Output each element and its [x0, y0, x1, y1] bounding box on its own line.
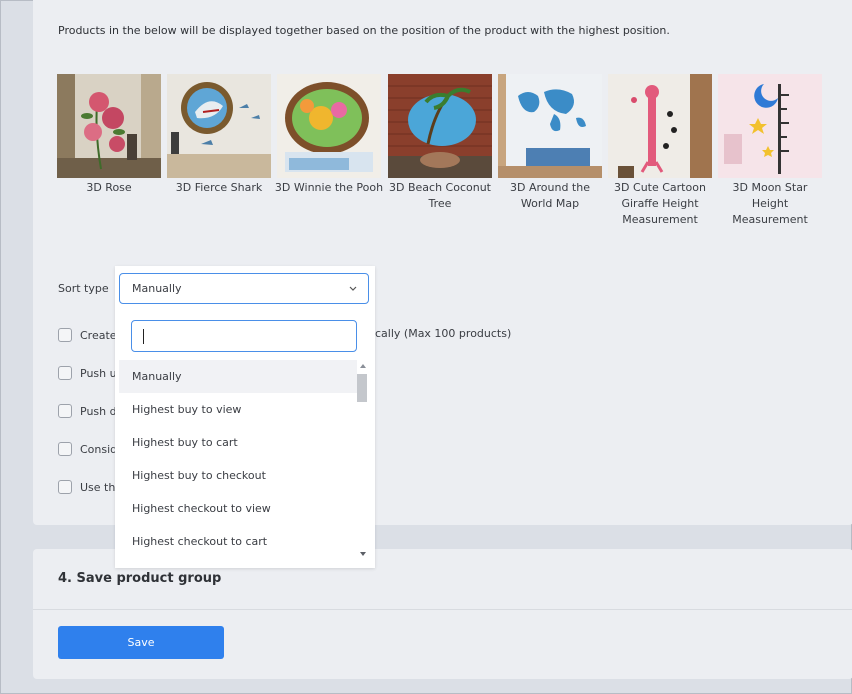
sort-search-input[interactable] [131, 320, 357, 352]
sort-option-manually[interactable]: Manually [119, 360, 357, 393]
option-use-this[interactable]: Use thi [58, 479, 118, 495]
product-name: 3D Cute Cartoon Giraffe Height Measureme… [614, 181, 706, 226]
product-name: 3D Fierce Shark [175, 181, 263, 194]
option-label-tail: cally (Max 100 products) [375, 327, 512, 340]
product-name: 3D Winnie the Pooh [274, 181, 384, 194]
chevron-down-icon [349, 286, 357, 291]
product-card[interactable]: 3D Rose [57, 74, 161, 196]
dropdown-scrollbar[interactable] [357, 362, 369, 560]
sort-option-buy-to-view[interactable]: Highest buy to view [119, 393, 357, 426]
product-name: 3D Moon Star Height Measurement [732, 181, 808, 226]
option-checkbox[interactable] [58, 404, 72, 418]
option-create[interactable]: Create [58, 327, 117, 343]
option-checkbox[interactable] [58, 442, 72, 456]
sort-options-list[interactable]: Manually Highest buy to view Highest buy… [119, 360, 357, 560]
option-label: Use thi [80, 480, 119, 494]
product-name: 3D Rose [86, 181, 132, 194]
sort-type-selected-value: Manually [132, 282, 182, 295]
product-card[interactable]: 3D Beach Coconut Tree [388, 74, 492, 212]
product-card[interactable]: 3D Winnie the Pooh [274, 74, 384, 196]
sort-type-select[interactable]: Manually [119, 273, 369, 304]
product-name: 3D Around the World Map [510, 181, 590, 210]
product-card[interactable]: 3D Around the World Map [498, 74, 602, 212]
product-thumbnail[interactable] [277, 74, 381, 178]
text-cursor [143, 329, 144, 344]
option-label: Push u [80, 366, 117, 380]
product-thumbnail[interactable] [498, 74, 602, 178]
sort-option-buy-to-checkout[interactable]: Highest buy to checkout [119, 459, 357, 492]
scroll-up-arrow-icon[interactable] [360, 364, 366, 368]
scroll-down-arrow-icon[interactable] [360, 552, 366, 556]
product-name: 3D Beach Coconut Tree [389, 181, 491, 210]
option-label: Consid [80, 442, 118, 456]
option-checkbox[interactable] [58, 480, 72, 494]
option-checkbox[interactable] [58, 366, 72, 380]
product-thumbnail[interactable] [388, 74, 492, 178]
sort-type-dropdown: Manually Manually Highest buy to view Hi… [115, 266, 375, 568]
save-button[interactable]: Save [58, 626, 224, 659]
save-section-card [33, 549, 852, 679]
option-push-down[interactable]: Push d [58, 403, 117, 419]
sort-option-buy-to-cart[interactable]: Highest buy to cart [119, 426, 357, 459]
display-note: Products in the below will be displayed … [58, 24, 670, 37]
screen: Products in the below will be displayed … [0, 0, 852, 694]
product-thumbnail[interactable] [57, 74, 161, 178]
sort-option-checkout-to-cart[interactable]: Highest checkout to cart [119, 525, 357, 558]
product-card[interactable]: 3D Fierce Shark [167, 74, 271, 196]
option-checkbox[interactable] [58, 328, 72, 342]
section-divider [33, 609, 852, 610]
option-label: Create [80, 328, 117, 342]
option-consider[interactable]: Consid [58, 441, 117, 457]
sort-option-checkout-to-view[interactable]: Highest checkout to view [119, 492, 357, 525]
option-push-up[interactable]: Push u [58, 365, 117, 381]
product-card[interactable]: 3D Cute Cartoon Giraffe Height Measureme… [608, 74, 712, 228]
scroll-thumb[interactable] [357, 374, 367, 402]
product-thumbnail[interactable] [608, 74, 712, 178]
product-thumbnail[interactable] [167, 74, 271, 178]
product-thumbnail[interactable] [718, 74, 822, 178]
sort-type-label: Sort type [58, 282, 109, 295]
save-section-title: 4. Save product group [58, 571, 222, 586]
option-label: Push d [80, 404, 117, 418]
product-card[interactable]: 3D Moon Star Height Measurement [718, 74, 822, 228]
